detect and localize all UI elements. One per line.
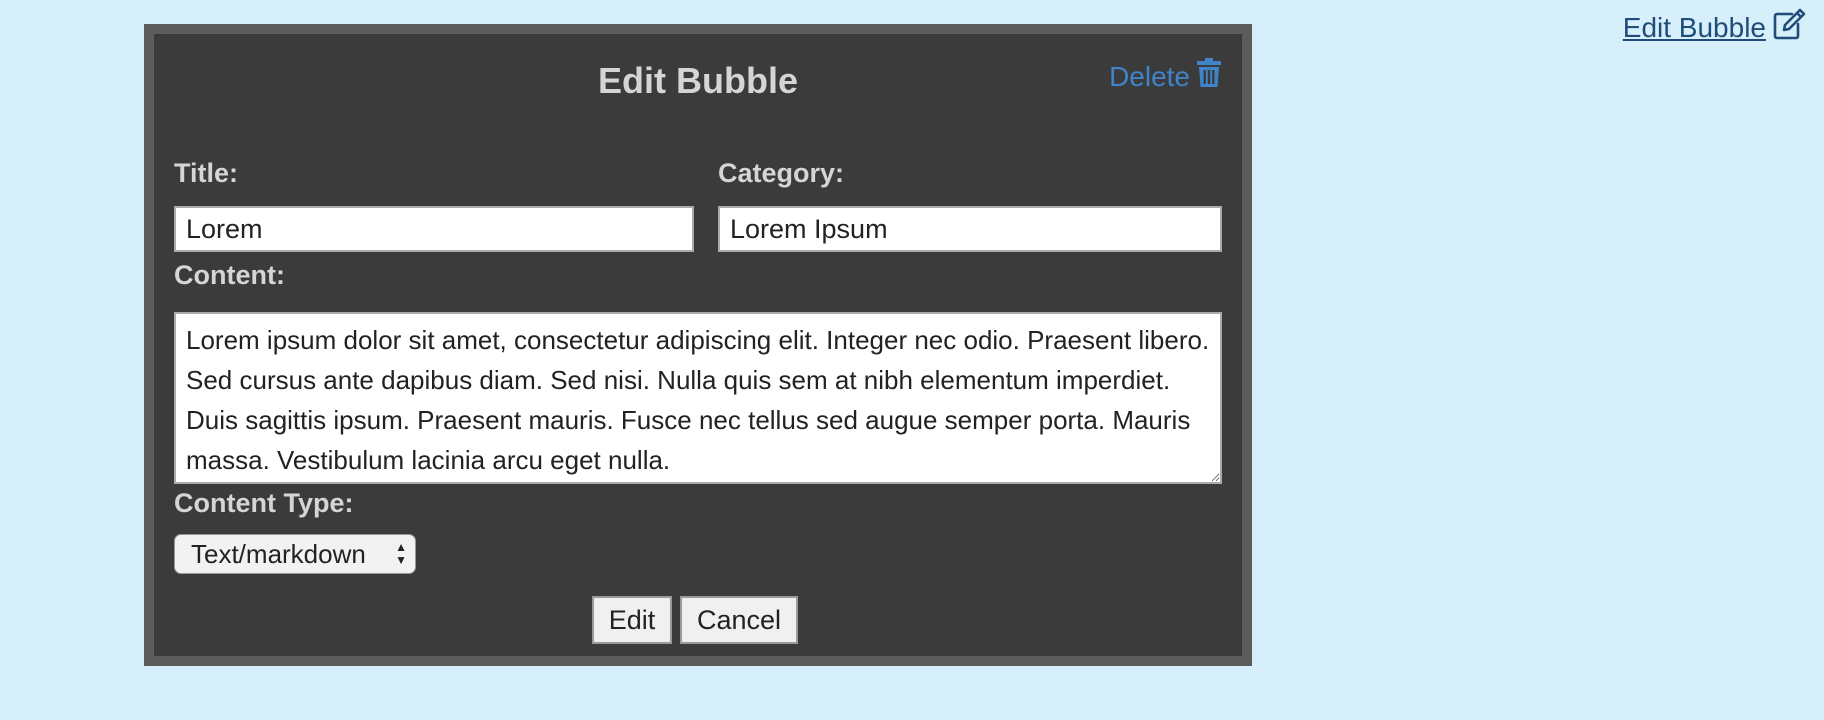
content-textarea[interactable]: Lorem ipsum dolor sit amet, consectetur …	[174, 312, 1222, 484]
trash-icon	[1196, 58, 1222, 95]
content-label: Content:	[174, 260, 285, 290]
edit-bubble-dialog: Edit Bubble Delete Title: Category:	[144, 24, 1252, 666]
page: Edit Bubble Edit Bubble Delete Title: Lo…	[0, 0, 1824, 720]
title-label: Title:	[174, 158, 239, 188]
select-arrows-icon: ▲ ▼	[395, 540, 407, 567]
edit-icon	[1772, 8, 1806, 47]
cancel-button[interactable]: Cancel	[680, 596, 798, 644]
category-label: Category:	[718, 158, 845, 188]
delete-label: Delete	[1109, 60, 1190, 92]
dialog-title: Edit Bubble	[598, 60, 798, 101]
delete-button[interactable]: Delete	[1109, 58, 1222, 95]
dialog-body: Edit Bubble Delete Title: Category:	[154, 34, 1242, 656]
category-input[interactable]	[718, 206, 1222, 252]
content-type-label: Content Type:	[174, 488, 354, 518]
content-type-select[interactable]: Text/markdown ▲ ▼	[174, 534, 416, 574]
edit-bubble-link-label: Edit Bubble	[1622, 11, 1766, 43]
edit-bubble-link[interactable]: Edit Bubble	[1623, 8, 1806, 47]
content-type-value: Text/markdown	[191, 538, 366, 569]
edit-button[interactable]: Edit	[592, 596, 672, 644]
title-input[interactable]	[174, 206, 694, 252]
